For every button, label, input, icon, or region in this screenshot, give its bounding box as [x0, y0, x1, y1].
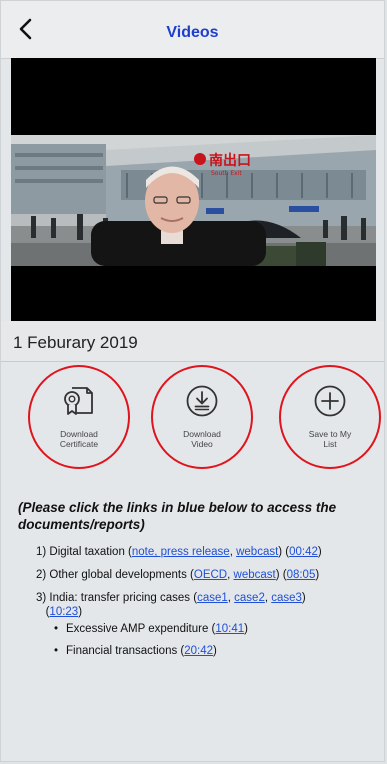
agenda-list: 1) Digital taxation (note, press release…	[36, 545, 376, 666]
agenda-item-number: 1)	[36, 546, 50, 558]
agenda-item-3: 3) India: transfer pricing cases (case1,…	[36, 592, 306, 618]
save-to-my-list-button[interactable]: Save to My List	[279, 365, 381, 469]
agenda-item-1: 1) Digital taxation (note, press release…	[36, 546, 322, 558]
timestamp-link[interactable]: 10:23	[49, 606, 78, 618]
video-player[interactable]: 南出口 South Exit	[11, 58, 376, 321]
save-to-my-list-label-line1: Save to My	[308, 429, 352, 439]
agenda-subitems: Excessive AMP expenditure (10:41) Financ…	[36, 622, 376, 658]
link-note-press-release[interactable]: note, press release	[132, 546, 230, 558]
download-video-button[interactable]: Download Video	[151, 365, 253, 469]
agenda-item-number: 2)	[36, 569, 50, 581]
agenda-subitem-text: Excessive AMP expenditure (	[66, 623, 216, 635]
video-thumbnail: 南出口 South Exit	[11, 135, 376, 266]
agenda-item-2: 2) Other global developments (OECD, webc…	[36, 569, 320, 581]
agenda-item-text: India: transfer pricing cases (	[49, 592, 198, 604]
video-date: 1 Feburary 2019	[13, 333, 138, 352]
download-certificate-label-line1: Download	[60, 429, 98, 439]
app-screen: Videos 南出口 South Exit 1 Feburary 2019 Do…	[0, 0, 385, 762]
timestamp-link[interactable]: 00:42	[289, 546, 318, 558]
link-webcast[interactable]: webcast	[236, 546, 278, 558]
save-to-my-list-label-line2: List	[323, 439, 337, 449]
timestamp-link[interactable]: 10:41	[215, 623, 244, 635]
download-video-label-line1: Download	[183, 429, 221, 439]
link-oecd[interactable]: OECD	[194, 569, 227, 581]
timestamp-link[interactable]: 20:42	[184, 645, 213, 657]
certificate-icon	[64, 387, 93, 415]
nav-bar: Videos	[1, 1, 384, 59]
agenda-item-text: Other global developments (	[49, 569, 194, 581]
agenda-subitem: Financial transactions (20:42)	[54, 644, 376, 658]
action-bar: Download Certificate Download Video Save…	[1, 362, 384, 484]
page-title: Videos	[166, 24, 219, 41]
link-case3[interactable]: case3	[271, 592, 302, 604]
station-sign-en: South Exit	[211, 170, 242, 177]
agenda-subitem: Excessive AMP expenditure (10:41)	[54, 622, 376, 636]
timestamp-link[interactable]: 08:05	[287, 569, 316, 581]
agenda-item-number: 3)	[36, 592, 50, 604]
agenda-subitem-text: Financial transactions (	[66, 645, 185, 657]
video-frame: 南出口 South Exit	[11, 58, 376, 321]
download-video-label-line2: Video	[191, 439, 213, 449]
plus-circle-icon	[314, 385, 346, 417]
download-certificate-button[interactable]: Download Certificate	[28, 365, 130, 469]
video-date-row: 1 Feburary 2019	[1, 321, 384, 362]
link-case1[interactable]: case1	[197, 592, 228, 604]
link-webcast[interactable]: webcast	[234, 569, 276, 581]
agenda-item-text: Digital taxation (	[49, 546, 132, 558]
download-certificate-label-line2: Certificate	[59, 439, 99, 449]
video-notes: (Please click the links in blue below to…	[1, 486, 384, 761]
download-icon	[186, 385, 218, 417]
link-case2[interactable]: case2	[234, 592, 265, 604]
station-sign: 南出口	[209, 152, 251, 169]
links-instruction: (Please click the links in blue below to…	[18, 500, 337, 532]
